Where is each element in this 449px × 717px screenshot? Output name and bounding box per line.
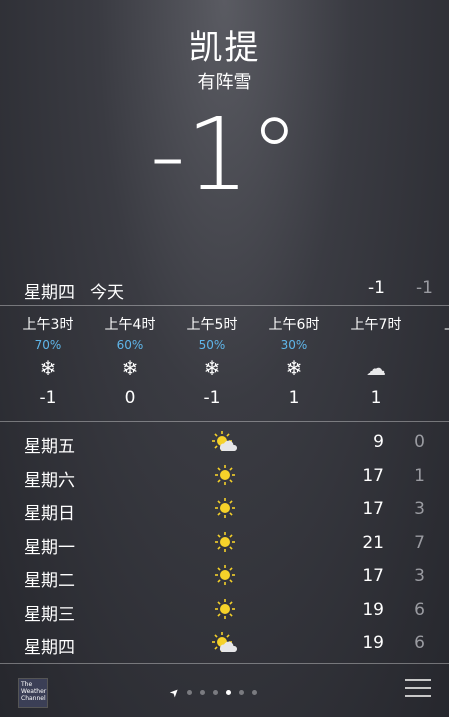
- page-dot[interactable]: [213, 690, 219, 695]
- day-name: 星期三: [24, 604, 75, 625]
- today-low: -1: [416, 278, 433, 298]
- hour-precip: 50%: [198, 338, 226, 352]
- partial-icon: [418, 354, 449, 382]
- snowflake-icon: ❄: [203, 356, 221, 380]
- hour-time: 上午4时: [104, 317, 156, 333]
- hour-temp: 1: [288, 388, 300, 408]
- snowflake-icon: ❄: [39, 356, 57, 380]
- day-low: 3: [414, 566, 425, 586]
- location-arrow-icon[interactable]: ➤: [167, 685, 183, 701]
- city-name: 凯提: [188, 28, 261, 68]
- snowflake-icon: ❄: [121, 356, 139, 380]
- day-low: 1: [414, 465, 425, 486]
- hour-column: 上午4时 60% ❄ 0: [90, 314, 170, 408]
- sun-icon: [212, 531, 238, 555]
- partly-cloudy-icon: [212, 631, 238, 655]
- today-day: 星期四: [24, 283, 75, 303]
- day-high: 17: [362, 566, 384, 586]
- divider: [0, 305, 449, 306]
- sun-icon: [212, 497, 238, 521]
- day-row: 星期日 17 3: [0, 493, 449, 526]
- day-name: 星期六: [24, 470, 75, 491]
- current-temperature: -1°: [149, 96, 300, 213]
- day-name: 星期五: [24, 437, 75, 457]
- hour-column: 上午7时 ☁ 1: [336, 314, 416, 408]
- day-high: 19: [362, 633, 384, 653]
- page-dot[interactable]: [200, 690, 206, 695]
- day-row: 星期一 21 7: [0, 527, 449, 560]
- cloud-icon: ☁: [366, 356, 386, 380]
- today-high: -1: [368, 278, 385, 298]
- day-high: 19: [362, 599, 384, 620]
- today-summary: 星期四 今天 -1 -1: [0, 278, 449, 304]
- hour-precip: [418, 338, 449, 354]
- sun-icon: [212, 564, 238, 588]
- weather-channel-logo[interactable]: The Weather Channel: [18, 678, 48, 708]
- day-name: 星期日: [24, 504, 75, 524]
- day-name: 星期二: [24, 571, 75, 591]
- hour-precip: 60%: [116, 338, 144, 352]
- page-dot[interactable]: [187, 690, 193, 695]
- sun-icon: [212, 598, 238, 622]
- page-dot[interactable]: [226, 690, 232, 695]
- hour-time: 上午: [418, 314, 449, 334]
- weather-condition: 有阵雪: [197, 72, 252, 93]
- day-low: 3: [414, 499, 425, 519]
- hour-temp: -1: [203, 388, 221, 408]
- hour-column: 上午3时 70% ❄ -1: [8, 314, 88, 408]
- footer-bar: The Weather Channel ➤: [0, 664, 449, 717]
- day-row: 星期三 19 6: [0, 594, 449, 627]
- day-row: 星期二 17 3: [0, 560, 449, 593]
- day-name: 星期一: [24, 537, 75, 558]
- day-name: 星期四: [24, 638, 75, 658]
- hour-time: 上午6时: [268, 317, 320, 333]
- hour-time: 上午3时: [22, 317, 74, 333]
- partly-cloudy-icon: [212, 430, 238, 454]
- day-low: 6: [414, 599, 425, 620]
- day-low: 6: [414, 633, 425, 653]
- page-indicator[interactable]: ➤: [167, 682, 261, 701]
- hourly-forecast[interactable]: 上午3时 70% ❄ -1 上午4时 60% ❄ 0 上午5时 50% ❄ -1 上午6时 30% ❄ 1 上午…: [0, 314, 449, 419]
- today-label: 今天: [90, 283, 124, 303]
- list-icon[interactable]: [405, 679, 431, 697]
- snowflake-icon: ❄: [285, 356, 303, 380]
- day-high: 21: [362, 532, 384, 553]
- day-low: 7: [414, 532, 425, 553]
- page-dot[interactable]: [239, 690, 245, 695]
- hour-column: 上午6时 30% ❄ 1: [254, 314, 334, 408]
- hour-time: 上午5时: [186, 317, 238, 333]
- page-dot[interactable]: [252, 690, 258, 695]
- hour-time: 上午7时: [350, 317, 402, 333]
- hour-column: 上午日: [418, 314, 449, 413]
- sun-icon: [212, 464, 238, 488]
- hour-temp: 日: [418, 388, 449, 413]
- day-row: 星期五 9 0: [0, 426, 449, 459]
- hour-precip: 70%: [34, 338, 62, 352]
- hour-temp: 1: [370, 388, 382, 408]
- divider: [0, 421, 449, 422]
- hour-temp: -1: [39, 388, 57, 408]
- day-high: 17: [362, 465, 384, 486]
- day-row: 星期四 19 6: [0, 627, 449, 660]
- logo-text: The Weather Channel: [21, 681, 47, 702]
- hour-precip: 30%: [280, 338, 308, 352]
- hour-temp: 0: [124, 388, 136, 408]
- day-row: 星期六 17 1: [0, 460, 449, 493]
- hour-precip: [336, 338, 416, 354]
- day-high: 17: [362, 499, 384, 519]
- hour-column: 上午5时 50% ❄ -1: [172, 314, 252, 408]
- day-low: 0: [414, 432, 425, 452]
- day-high: 9: [373, 432, 384, 452]
